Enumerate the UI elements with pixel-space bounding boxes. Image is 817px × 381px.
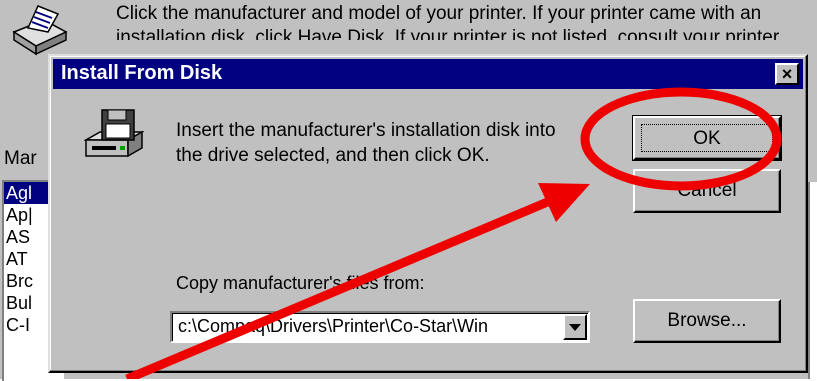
copy-from-path-input[interactable]: c:\Compaq\Drivers\Printer\Co-Star\Win: [178, 316, 558, 337]
model-list-edge: [808, 182, 817, 379]
chevron-down-icon: [569, 324, 581, 331]
instructions-line-1: Click the manufacturer and model of your…: [116, 3, 762, 24]
background-header: Click the manufacturer and model of your…: [0, 0, 817, 62]
ok-button-label: OK: [641, 124, 773, 152]
install-from-disk-dialog: Install From Disk × Insert the manufactu…: [48, 54, 808, 373]
copy-from-label: Copy manufacturer's files from:: [176, 273, 425, 293]
dialog-titlebar[interactable]: Install From Disk ×: [53, 59, 803, 89]
floppy-disk-drive-icon: [84, 109, 144, 158]
printer-setup-icon: [12, 5, 68, 56]
cancel-button[interactable]: Cancel: [633, 169, 781, 213]
copy-from-path-combobox[interactable]: c:\Compaq\Drivers\Printer\Co-Star\Win: [170, 311, 590, 343]
manufacturers-label: Mar: [4, 148, 37, 169]
instructions-line-2: installation disk, click Have Disk. If y…: [116, 27, 780, 40]
background-instructions: Click the manufacturer and model of your…: [116, 2, 816, 50]
message-line-2: the drive selected, and then click OK.: [176, 145, 490, 166]
message-line-1: Insert the manufacturer's installation d…: [176, 120, 556, 141]
close-button[interactable]: ×: [775, 63, 799, 85]
dialog-message: Insert the manufacturer's installation d…: [176, 118, 586, 168]
path-dropdown-button[interactable]: [563, 314, 587, 340]
browse-button[interactable]: Browse...: [633, 299, 781, 343]
close-icon: ×: [781, 64, 793, 84]
ok-button[interactable]: OK: [632, 115, 782, 161]
dialog-title: Install From Disk: [61, 62, 223, 84]
